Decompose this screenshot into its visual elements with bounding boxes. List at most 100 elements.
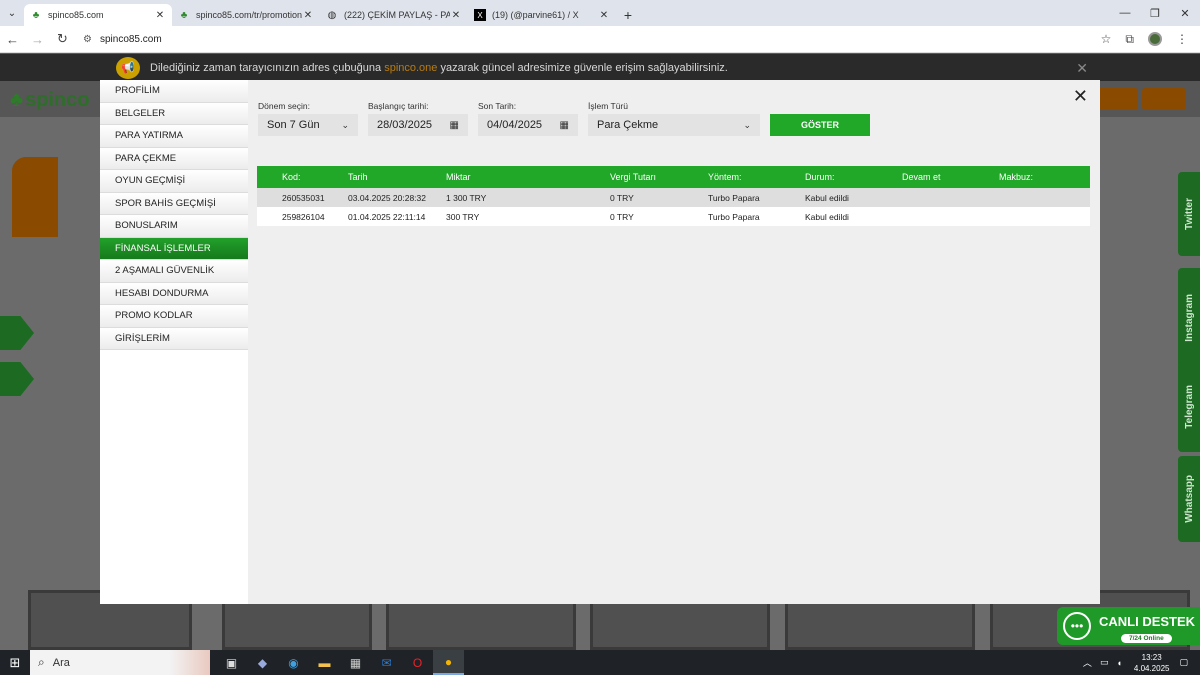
- taskbar-search[interactable]: ⌕ Ara: [30, 650, 210, 675]
- store-icon[interactable]: ▦: [340, 650, 371, 675]
- file-explorer-icon[interactable]: ▬: [309, 650, 340, 675]
- left-float-tab[interactable]: [0, 316, 34, 350]
- end-date-field[interactable]: 04/04/2025 ▦: [478, 114, 578, 136]
- header-button[interactable]: [1096, 88, 1138, 110]
- opera-icon[interactable]: O: [402, 650, 433, 675]
- bookmark-star-icon[interactable]: ☆: [1101, 32, 1112, 46]
- calendar-icon[interactable]: ▦: [560, 120, 569, 131]
- sidebar-item-belgeler[interactable]: BELGELER: [100, 102, 248, 125]
- copilot-icon[interactable]: ◆: [247, 650, 278, 675]
- filter-bar: Dönem seçin: Son 7 Gün ⌄ Başlangıç tarih…: [258, 101, 870, 136]
- live-support-button[interactable]: ••• CANLI DESTEK 7/24 Online: [1057, 607, 1200, 645]
- task-view-icon[interactable]: ▣: [216, 650, 247, 675]
- cell-vergi: 0 TRY: [610, 192, 634, 203]
- close-tab-icon[interactable]: ✕: [302, 10, 314, 21]
- forward-arrow-icon[interactable]: →: [25, 32, 50, 47]
- tab-title: spinco85.com: [48, 10, 104, 20]
- twitter-tab[interactable]: Twitter: [1178, 172, 1200, 256]
- sidebar-item-2fa[interactable]: 2 AŞAMALI GÜVENLİK: [100, 260, 248, 283]
- edge-icon[interactable]: ◉: [278, 650, 309, 675]
- telegram-tab[interactable]: Telegram: [1178, 362, 1200, 452]
- notice-text: Dilediğiniz zaman tarayıcınızın adres çu…: [150, 61, 728, 74]
- sidebar-item-para-yatirma[interactable]: PARA YATIRMA: [100, 125, 248, 148]
- support-label: CANLI DESTEK: [1099, 614, 1196, 629]
- close-tab-icon[interactable]: ✕: [450, 10, 462, 21]
- sidebar-item-profilim[interactable]: PROFİLİM: [100, 80, 248, 103]
- close-notice-icon[interactable]: ✕: [1076, 60, 1088, 77]
- close-tab-icon[interactable]: ✕: [154, 10, 166, 21]
- taskbar-pinned-apps: ▣ ◆ ◉ ▬ ▦ ✉ O ●: [216, 650, 464, 675]
- left-float-tab[interactable]: [0, 362, 34, 396]
- more-menu-icon[interactable]: ⋮: [1176, 32, 1188, 46]
- instagram-tab[interactable]: Instagram: [1178, 268, 1200, 368]
- period-select[interactable]: Son 7 Gün ⌄: [258, 114, 358, 136]
- back-arrow-icon[interactable]: ←: [0, 32, 25, 47]
- notification-icon[interactable]: ▢: [1179, 657, 1188, 668]
- cell-yontem: Turbo Papara: [708, 211, 760, 222]
- sidebar-item-para-cekme[interactable]: PARA ÇEKME: [100, 147, 248, 170]
- tray-chevron-up-icon[interactable]: ︿: [1083, 656, 1092, 669]
- cell-miktar: 1 300 TRY: [446, 192, 487, 203]
- col-header-devam: Devam et: [902, 172, 941, 182]
- notice-link[interactable]: spinco.one: [384, 62, 437, 74]
- site-settings-icon[interactable]: ⚙: [83, 34, 92, 45]
- window-controls: — ❐ ✕: [1110, 0, 1200, 26]
- sidebar-item-spor-bahis-gecmisi[interactable]: SPOR BAHİS GEÇMİŞİ: [100, 192, 248, 215]
- col-header-vergi: Vergi Tutarı: [610, 172, 657, 182]
- volume-icon[interactable]: ◖: [1116, 658, 1121, 668]
- cell-yontem: Turbo Papara: [708, 192, 760, 203]
- col-header-yontem: Yöntem:: [708, 172, 742, 182]
- windows-taskbar: ⊞ ⌕ Ara ▣ ◆ ◉ ▬ ▦ ✉ O ● ︿ ▭ ◖ 13:23 4.04…: [0, 650, 1200, 675]
- minimize-icon[interactable]: —: [1110, 0, 1140, 26]
- sidebar-item-finansal-islemler[interactable]: FİNANSAL İŞLEMLER: [100, 237, 248, 260]
- cell-vergi: 0 TRY: [610, 211, 634, 222]
- support-status: 7/24 Online: [1121, 634, 1172, 643]
- chrome-icon[interactable]: ●: [433, 650, 464, 675]
- whatsapp-tab[interactable]: Whatsapp: [1178, 456, 1200, 542]
- close-tab-icon[interactable]: ✕: [598, 10, 610, 21]
- account-modal: PROFİLİM BELGELER PARA YATIRMA PARA ÇEKM…: [100, 80, 1100, 604]
- outlook-icon[interactable]: ✉: [371, 650, 402, 675]
- address-notice-bar: 📢 Dilediğiniz zaman tarayıcınızın adres …: [0, 54, 1200, 81]
- taskbar-clock[interactable]: 13:23 4.04.2025: [1134, 652, 1170, 674]
- calendar-icon[interactable]: ▦: [450, 120, 459, 131]
- url-field[interactable]: ⚙ spinco85.com: [79, 28, 1101, 50]
- show-button[interactable]: GÖSTER: [770, 114, 870, 136]
- tab-search-chevron-icon[interactable]: ⌄: [0, 0, 24, 26]
- browser-tab-0[interactable]: ♣ spinco85.com ✕: [24, 4, 172, 26]
- sidebar-item-girislerim[interactable]: GİRİŞLERİM: [100, 327, 248, 350]
- windows-start-icon[interactable]: ⊞: [0, 655, 30, 671]
- cell-kod: 260535031: [282, 192, 325, 203]
- language-selector[interactable]: [1142, 88, 1186, 110]
- financial-transactions-panel: ✕ Dönem seçin: Son 7 Gün ⌄ Başlangıç tar…: [248, 80, 1100, 604]
- reload-icon[interactable]: ↻: [50, 31, 75, 47]
- browser-tab-1[interactable]: ♣ spinco85.com/tr/promotions/a ✕: [172, 4, 320, 26]
- start-date-field[interactable]: 28/03/2025 ▦: [368, 114, 468, 136]
- account-sidebar: PROFİLİM BELGELER PARA YATIRMA PARA ÇEKM…: [100, 80, 248, 604]
- cell-kod: 259826104: [282, 211, 325, 222]
- new-tab-icon[interactable]: +: [616, 4, 640, 26]
- chevron-down-icon: ⌄: [743, 119, 751, 130]
- chevron-down-icon: ⌄: [341, 119, 349, 130]
- profile-avatar[interactable]: [1148, 32, 1162, 46]
- transaction-type-select[interactable]: Para Çekme ⌄: [588, 114, 760, 136]
- sidebar-item-oyun-gecmisi[interactable]: OYUN GEÇMİŞİ: [100, 170, 248, 193]
- start-date-group: Başlangıç tarihi: 28/03/2025 ▦: [368, 101, 468, 136]
- restore-icon[interactable]: ❐: [1140, 0, 1170, 26]
- close-window-icon[interactable]: ✕: [1170, 0, 1200, 26]
- sidebar-item-promo-kodlar[interactable]: PROMO KODLAR: [100, 305, 248, 328]
- browser-tab-2[interactable]: ◍ (222) ÇEKİM PAYLAŞ - PARA ÇE ✕: [320, 4, 468, 26]
- col-header-durum: Durum:: [805, 172, 835, 182]
- browser-tab-strip: ⌄ ♣ spinco85.com ✕ ♣ spinco85.com/tr/pro…: [0, 0, 1200, 26]
- site-logo[interactable]: ♣ spinco: [10, 89, 90, 112]
- period-label: Dönem seçin:: [258, 101, 310, 111]
- network-icon[interactable]: ▭: [1100, 657, 1109, 668]
- megaphone-icon: 📢: [116, 56, 140, 79]
- close-modal-icon[interactable]: ✕: [1073, 86, 1088, 107]
- table-header: Kod: Tarih Miktar Vergi Tutarı Yöntem: D…: [257, 166, 1090, 188]
- sidebar-item-hesabi-dondurma[interactable]: HESABI DONDURMA: [100, 282, 248, 305]
- cell-tarih: 01.04.2025 22:11:14: [348, 211, 426, 222]
- extensions-icon[interactable]: ⧉: [1125, 32, 1134, 47]
- sidebar-item-bonuslarim[interactable]: BONUSLARIM: [100, 215, 248, 238]
- browser-tab-3[interactable]: X (19) (@parvine61) / X ✕: [468, 4, 616, 26]
